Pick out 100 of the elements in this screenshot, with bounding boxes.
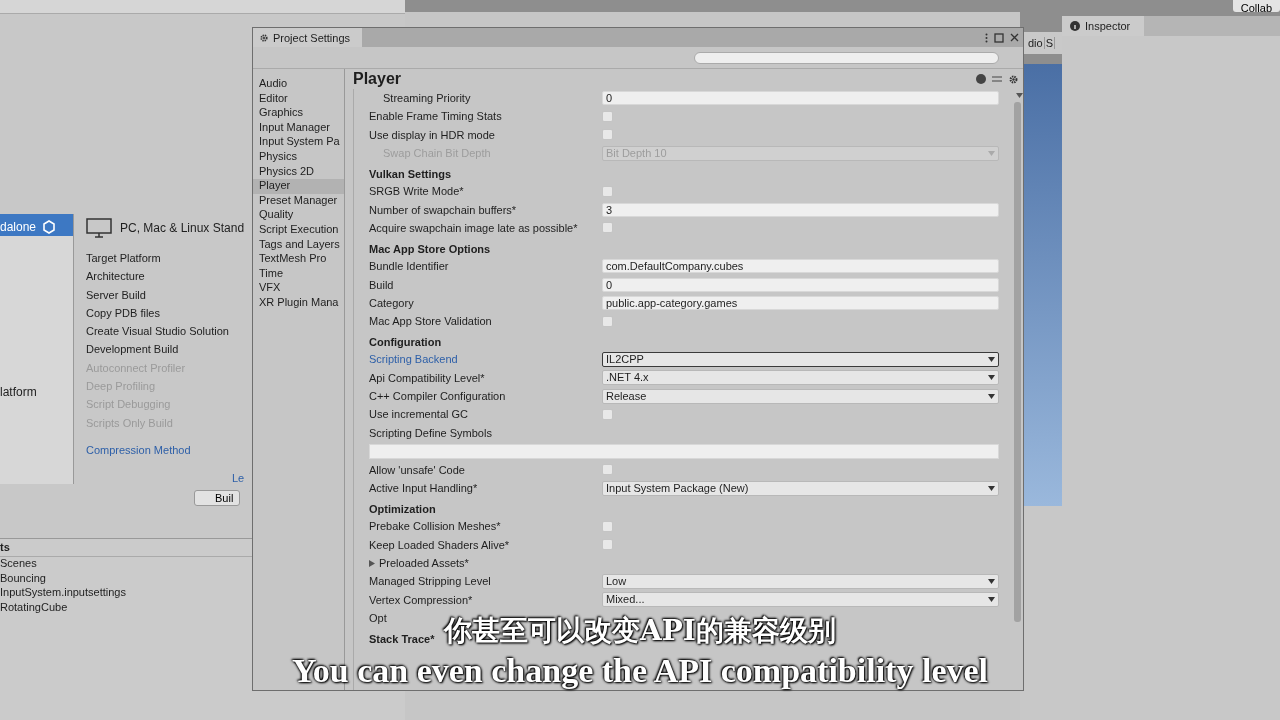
checkbox[interactable] bbox=[602, 222, 613, 234]
dropdown[interactable]: Input System Package (New) bbox=[602, 480, 999, 496]
unity-logo-icon bbox=[42, 219, 57, 234]
section-header: Stack Trace* bbox=[369, 632, 435, 648]
settings-icon[interactable] bbox=[259, 32, 269, 43]
view-tab[interactable]: dio bbox=[1027, 37, 1045, 49]
build-option-label: Create Visual Studio Solution bbox=[86, 325, 229, 340]
setting-label: Active Input Handling* bbox=[369, 482, 478, 495]
inspector-tab[interactable]: Inspector bbox=[1062, 16, 1145, 36]
settings-category[interactable]: VFX bbox=[253, 281, 344, 296]
settings-category[interactable]: Preset Manager bbox=[253, 193, 344, 209]
dropdown[interactable]: Low bbox=[602, 573, 999, 589]
checkbox[interactable] bbox=[602, 464, 613, 476]
sliders-icon[interactable] bbox=[992, 73, 1002, 84]
checkbox[interactable] bbox=[602, 185, 613, 197]
triangle-icon bbox=[369, 559, 375, 567]
text-field[interactable]: com.DefaultCompany.cubes bbox=[602, 259, 999, 274]
setting-label: Api Compatibility Level* bbox=[369, 371, 485, 384]
close-icon[interactable] bbox=[1010, 33, 1019, 42]
setting-label: Build bbox=[369, 278, 394, 291]
settings-category[interactable]: Quality bbox=[253, 208, 344, 223]
setting-label: Managed Stripping Level bbox=[369, 575, 491, 588]
monitor-icon bbox=[86, 218, 112, 238]
build-option-label[interactable]: Compression Method bbox=[86, 443, 191, 463]
text-field[interactable]: 0 bbox=[602, 91, 999, 106]
settings-category[interactable]: Input System Pa bbox=[253, 135, 344, 150]
link[interactable]: Le bbox=[232, 472, 245, 485]
checkbox[interactable] bbox=[602, 539, 613, 551]
setting-label: Use display in HDR mode bbox=[369, 128, 495, 141]
settings-category[interactable]: Player bbox=[253, 179, 344, 194]
build-button[interactable]: Buil bbox=[194, 490, 241, 507]
asset-item[interactable]: Bouncing bbox=[0, 571, 46, 586]
setting-label: Enable Frame Timing Stats bbox=[369, 110, 502, 123]
search-field[interactable] bbox=[694, 51, 999, 64]
dropdown[interactable]: Mixed... bbox=[602, 592, 999, 608]
settings-category[interactable]: Time bbox=[253, 266, 344, 282]
settings-category[interactable]: TextMesh Pro bbox=[253, 252, 344, 267]
maximize-icon[interactable] bbox=[994, 32, 1004, 43]
checkbox[interactable] bbox=[602, 129, 613, 141]
settings-category[interactable]: XR Plugin Mana bbox=[253, 295, 344, 311]
asset-item[interactable]: InputSystem.inputsettings bbox=[0, 586, 126, 601]
text-field[interactable]: 0 bbox=[602, 277, 999, 292]
build-option-label: Copy PDB files bbox=[86, 306, 160, 321]
setting-label: Acquire swapchain image late as possible* bbox=[369, 221, 578, 234]
caret-icon bbox=[988, 597, 995, 603]
setting-label: Use incremental GC bbox=[369, 408, 469, 421]
checkbox[interactable] bbox=[602, 408, 613, 420]
dropdown[interactable]: .NET 4.x bbox=[602, 370, 999, 386]
dropdown[interactable]: Release bbox=[602, 388, 999, 404]
setting-label: Scripting Backend bbox=[369, 353, 458, 366]
build-option-label: Server Build bbox=[86, 288, 146, 303]
settings-category[interactable]: Physics 2D bbox=[253, 164, 344, 180]
dropdown[interactable]: IL2CPP bbox=[602, 351, 999, 367]
window-tab[interactable]: Project Settings bbox=[253, 28, 363, 47]
settings-category[interactable]: Tags and Layers bbox=[253, 237, 344, 253]
asset-item[interactable]: RotatingCube bbox=[0, 600, 68, 615]
setting-label: SRGB Write Mode* bbox=[369, 185, 464, 198]
subtitle-text: 你甚至可以改变API的兼容级别 bbox=[444, 613, 836, 649]
more-icon[interactable] bbox=[985, 32, 988, 43]
settings-category[interactable]: Input Manager bbox=[253, 120, 344, 136]
build-option-label: Architecture bbox=[86, 270, 145, 285]
setting-label: Category bbox=[369, 296, 414, 309]
caret-icon bbox=[1016, 93, 1023, 98]
text-field[interactable] bbox=[369, 443, 999, 459]
text-field[interactable]: 3 bbox=[602, 202, 999, 217]
caret-icon bbox=[988, 393, 995, 399]
settings-category[interactable]: Audio bbox=[253, 77, 344, 92]
setting-label: Prebake Collision Meshes* bbox=[369, 520, 501, 533]
caret-icon bbox=[988, 375, 995, 381]
section-header: Mac App Store Options bbox=[369, 242, 491, 258]
platform-title: PC, Mac & Linux Stand bbox=[120, 221, 245, 235]
subtitle-text: You can even change the API compatibility level bbox=[292, 652, 988, 690]
setting-label: C++ Compiler Configuration bbox=[369, 390, 506, 402]
platform-item[interactable]: latform bbox=[0, 379, 73, 401]
settings-category[interactable]: Editor bbox=[253, 91, 344, 107]
caret-icon bbox=[988, 356, 995, 362]
setting-label: Allow 'unsafe' Code bbox=[369, 463, 465, 476]
foldout-toggle[interactable]: Preloaded Assets* bbox=[369, 557, 469, 570]
setting-label: Bundle Identifier bbox=[369, 260, 449, 273]
info-icon bbox=[1070, 21, 1080, 31]
section-header: Vulkan Settings bbox=[369, 167, 452, 183]
caret-icon bbox=[988, 150, 995, 156]
section-header: Configuration bbox=[369, 335, 442, 351]
settings-category[interactable]: Script Execution bbox=[253, 222, 344, 238]
asset-item[interactable]: Scenes bbox=[0, 557, 37, 572]
settings-icon[interactable] bbox=[1008, 73, 1019, 85]
settings-category[interactable]: Graphics bbox=[253, 106, 344, 121]
checkbox[interactable] bbox=[602, 521, 613, 532]
caret-icon bbox=[988, 485, 995, 491]
caret-icon bbox=[988, 578, 995, 584]
settings-category[interactable]: Physics bbox=[253, 149, 344, 165]
collab-button[interactable]: Collab bbox=[1232, 0, 1280, 12]
checkbox[interactable] bbox=[602, 315, 613, 327]
setting-label: Opt bbox=[369, 611, 387, 624]
platform-item[interactable]: dalone bbox=[0, 214, 73, 236]
checkbox[interactable] bbox=[602, 110, 613, 122]
setting-label: Vertex Compression* bbox=[369, 593, 473, 606]
text-field[interactable]: public.app-category.games bbox=[602, 295, 999, 310]
view-tab[interactable]: S bbox=[1044, 37, 1056, 49]
build-option-label: Target Platform bbox=[86, 252, 161, 266]
